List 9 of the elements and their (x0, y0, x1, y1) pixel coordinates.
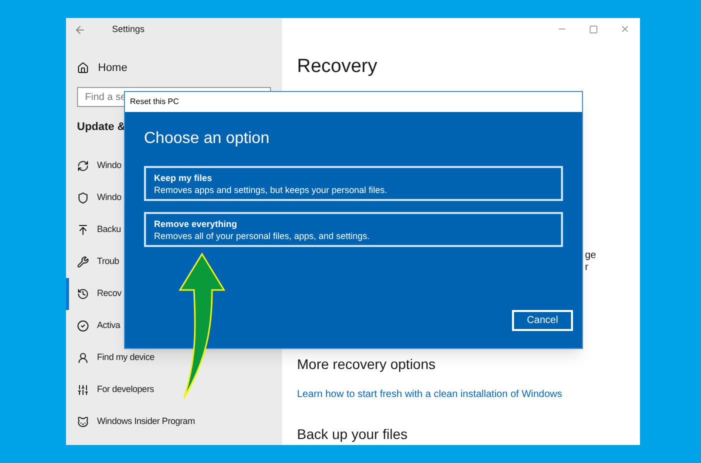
page-title: Recovery (296, 54, 378, 78)
section-heading: Back up your files (297, 425, 408, 444)
dialog-title: Reset this PC (130, 96, 179, 108)
section-heading: Update & (76, 120, 126, 135)
dialog-heading: Choose an option (144, 129, 270, 149)
partial-text: r (585, 262, 590, 274)
section-heading: More recovery options (297, 355, 436, 374)
partial-text: ge (585, 250, 598, 262)
window-title: Settings (112, 23, 145, 36)
